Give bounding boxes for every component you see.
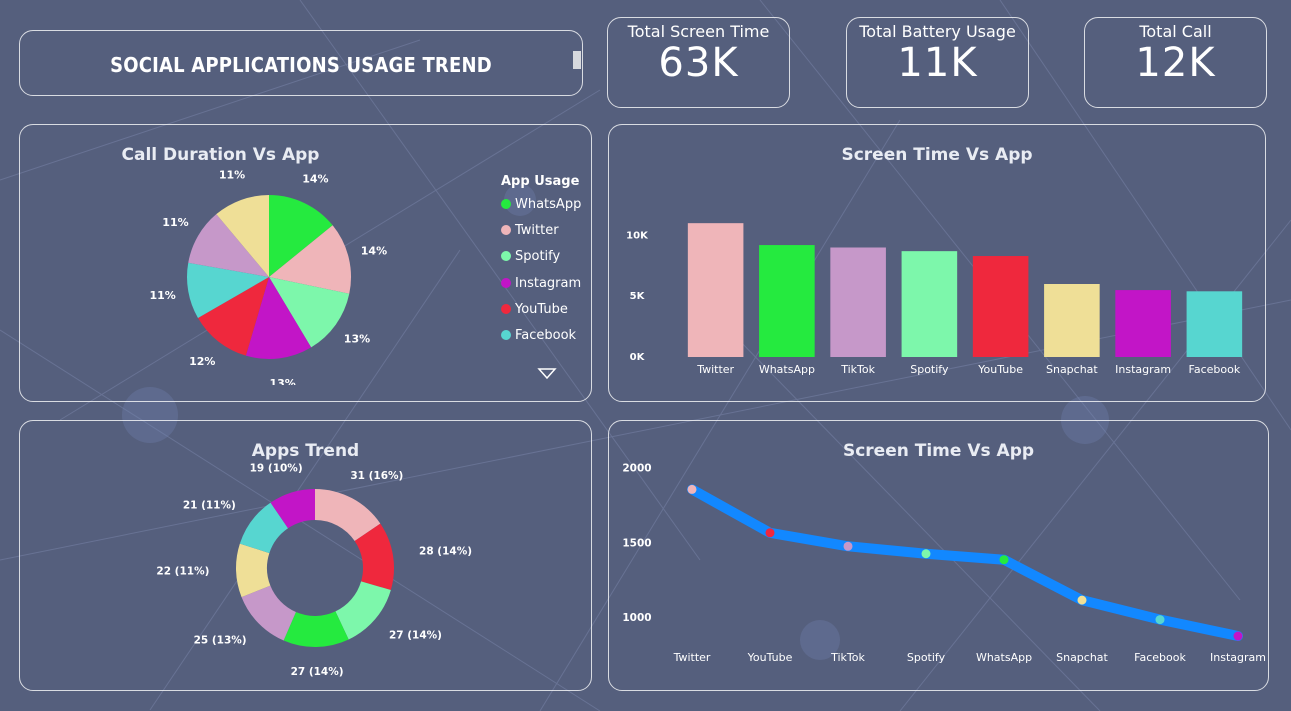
- pie-data-label: 14%: [302, 172, 328, 185]
- kpi-label: Total Screen Time: [627, 22, 770, 41]
- x-tick-label: YouTube: [977, 363, 1023, 376]
- legend-color-dot: [501, 199, 511, 209]
- x-tick-label: Instagram: [1115, 363, 1171, 376]
- title-scrollbar-thumb[interactable]: [573, 51, 581, 69]
- donut-data-label: 27 (14%): [291, 666, 344, 678]
- call-duration-pie-chart: 14% 14% 13% 13% 12% 11% 11% 11%: [149, 169, 387, 385]
- kpi-card-total-call: Total Call 12K: [1084, 17, 1267, 108]
- legend-label: YouTube: [515, 301, 568, 317]
- title-panel: SOCIAL APPLICATIONS USAGE TREND: [19, 30, 583, 96]
- legend-item-spotify[interactable]: Spotify: [501, 249, 560, 264]
- bar-facebook: [1186, 291, 1243, 357]
- triangle-down-icon[interactable]: [537, 367, 557, 381]
- line-point-tiktok: [843, 541, 853, 551]
- pie-data-label: 11%: [219, 169, 245, 182]
- y-tick-label: 1000: [622, 612, 651, 624]
- pie-data-label: 12%: [189, 355, 215, 368]
- x-tick-label: Facebook: [1189, 363, 1241, 376]
- x-tick-label: WhatsApp: [976, 651, 1032, 664]
- screen-time-line-chart: 1000 1500 2000 Twitter YouTube TikTok Spotify W…: [622, 462, 1266, 664]
- x-tick-label: Facebook: [1134, 651, 1186, 664]
- screen-time-line-panel: Screen Time Vs App 1000 1500 2000 Twitter Yo…: [608, 420, 1269, 691]
- line-point-instagram: [1233, 631, 1243, 641]
- legend-color-dot: [501, 330, 511, 340]
- kpi-card-battery-usage: Total Battery Usage 11K: [846, 17, 1029, 108]
- kpi-value: 63K: [658, 40, 739, 86]
- bar-tiktok: [830, 247, 886, 357]
- bar-spotify: [901, 251, 958, 357]
- line-point-twitter: [687, 484, 697, 494]
- kpi-label: Total Call: [1139, 22, 1212, 41]
- screen-time-bar-panel: Screen Time Vs App 0K 5K 10K Twitter WhatsAp…: [608, 124, 1266, 402]
- x-tick-label: TikTok: [840, 363, 875, 376]
- y-tick-label: 10K: [626, 230, 649, 241]
- legend-item-youtube[interactable]: YouTube: [501, 302, 568, 317]
- apps-trend-panel: Apps Trend 31 (16%) 28 (14%) 27 (14%) 27 (1…: [19, 420, 592, 691]
- legend-label: Twitter: [515, 223, 559, 239]
- legend-label: Spotify: [515, 249, 561, 265]
- x-tick-label: Twitter: [696, 363, 734, 376]
- x-tick-label: Snapchat: [1046, 363, 1098, 376]
- kpi-card-screen-time: Total Screen Time 63K: [607, 17, 790, 108]
- x-tick-label: Spotify: [907, 651, 946, 664]
- line-point-snapchat: [1077, 595, 1087, 605]
- dashboard-title: SOCIAL APPLICATIONS USAGE TREND: [110, 53, 492, 77]
- donut-data-label: 27 (14%): [389, 630, 442, 642]
- legend-color-dot: [501, 225, 511, 236]
- kpi-label: Total Battery Usage: [859, 22, 1016, 41]
- y-tick-label: 1500: [622, 537, 651, 549]
- line-point-spotify: [921, 549, 931, 559]
- legend-color-dot: [501, 251, 511, 262]
- donut-data-label: 28 (14%): [419, 546, 472, 558]
- pie-data-label: 13%: [344, 333, 370, 346]
- legend-label: Facebook: [515, 328, 577, 343]
- x-tick-label: WhatsApp: [759, 363, 815, 376]
- legend-item-facebook[interactable]: Facebook: [501, 328, 576, 343]
- legend-item-whatsapp[interactable]: WhatsApp: [501, 197, 581, 212]
- x-tick-label: TikTok: [830, 651, 865, 664]
- donut-data-label: 22 (11%): [156, 565, 209, 577]
- bar-whatsapp: [759, 245, 815, 357]
- x-tick-label: YouTube: [747, 651, 793, 664]
- bar-youtube: [972, 256, 1029, 357]
- bar-snapchat: [1044, 284, 1100, 357]
- donut-data-label: 21 (11%): [183, 500, 236, 512]
- call-duration-panel: Call Duration Vs App 14% 14% 13% 13% 12% 11% 1…: [19, 124, 592, 402]
- donut-data-label: 31 (16%): [350, 470, 403, 482]
- line-point-youtube: [765, 528, 775, 538]
- kpi-value: 12K: [1135, 40, 1216, 86]
- legend-label: Instagram: [515, 275, 582, 291]
- donut-data-label: 25 (13%): [194, 634, 247, 646]
- screen-time-bar-chart: 0K 5K 10K Twitter WhatsApp TikTok Spotify YouTu…: [626, 223, 1243, 376]
- pie-data-label: 11%: [162, 216, 188, 229]
- x-tick-label: Twitter: [673, 651, 711, 664]
- kpi-value: 11K: [897, 40, 978, 86]
- pie-data-label: 13%: [270, 377, 296, 385]
- y-tick-label: 2000: [622, 462, 651, 474]
- y-tick-label: 0K: [630, 352, 646, 363]
- screen-time-line: [687, 484, 1243, 642]
- legend-item-twitter[interactable]: Twitter: [501, 223, 559, 238]
- x-tick-label: Snapchat: [1056, 651, 1108, 664]
- line-point-whatsapp: [999, 555, 1009, 565]
- x-tick-label: Instagram: [1210, 651, 1266, 664]
- donut-data-label: 19 (10%): [250, 463, 303, 475]
- bar-instagram: [1115, 290, 1171, 357]
- legend-title: App Usage: [501, 174, 580, 189]
- y-tick-label: 5K: [630, 291, 646, 302]
- x-tick-label: Spotify: [910, 363, 949, 376]
- legend-color-dot: [501, 303, 511, 314]
- line-point-facebook: [1155, 615, 1165, 625]
- pie-data-label: 14%: [361, 245, 387, 258]
- pie-data-label: 11%: [149, 289, 175, 302]
- legend-color-dot: [501, 277, 511, 288]
- apps-trend-donut-chart: 31 (16%) 28 (14%) 27 (14%) 27 (14%) 25 (13%)…: [156, 463, 472, 678]
- bar-twitter: [687, 223, 744, 357]
- legend-item-instagram[interactable]: Instagram: [501, 276, 581, 291]
- legend-label: WhatsApp: [515, 197, 582, 212]
